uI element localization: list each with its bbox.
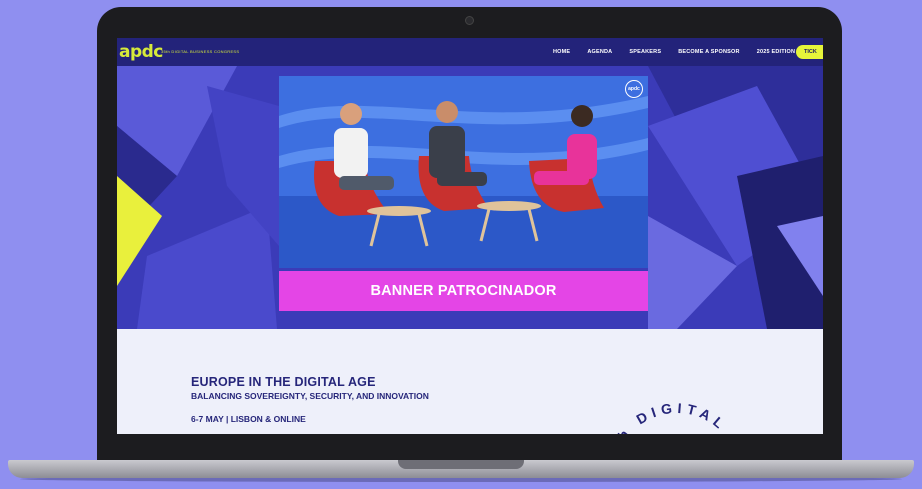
nav-links: HOME AGENDA SPEAKERS BECOME A SPONSOR 20… [553,38,812,66]
tickets-button[interactable]: TICK [796,45,823,59]
nav-link-agenda[interactable]: AGENDA [587,49,612,55]
laptop-screen: apdc 35th DIGITAL BUSINESS CONGRESS HOME… [117,38,823,434]
event-title: EUROPE IN THE DIGITAL AGE [191,375,376,389]
top-nav: apdc 35th DIGITAL BUSINESS CONGRESS HOME… [117,38,823,66]
nav-link-2025-edition[interactable]: 2025 EDITION [757,49,795,55]
laptop-notch [398,460,524,469]
apdc-logo[interactable]: apdc [119,42,163,62]
seal-text: 35th DIGITAL B [602,400,742,434]
logo-tagline: 35th DIGITAL BUSINESS CONGRESS [161,49,240,54]
webcam-icon [465,16,474,25]
panel-video-frame[interactable]: apdc [279,76,648,268]
congress-seal: 35th DIGITAL B [602,400,747,434]
nav-link-home[interactable]: HOME [553,49,570,55]
video-logo-badge: apdc [625,80,643,98]
video-scene [279,76,648,268]
nav-link-speakers[interactable]: SPEAKERS [629,49,661,55]
hero-section: apdc BANNER PATROCINADOR [117,66,823,329]
event-dates: 6-7 MAY | LISBON & ONLINE [191,414,306,424]
event-subtitle: BALANCING SOVEREIGNTY, SECURITY, AND INN… [191,391,429,401]
svg-text:35th DIGITAL B: 35th DIGITAL B [602,400,747,434]
sponsor-banner[interactable]: BANNER PATROCINADOR [279,271,648,311]
nav-link-become-sponsor[interactable]: BECOME A SPONSOR [678,49,739,55]
event-info-section: EUROPE IN THE DIGITAL AGE BALANCING SOVE… [117,329,823,434]
